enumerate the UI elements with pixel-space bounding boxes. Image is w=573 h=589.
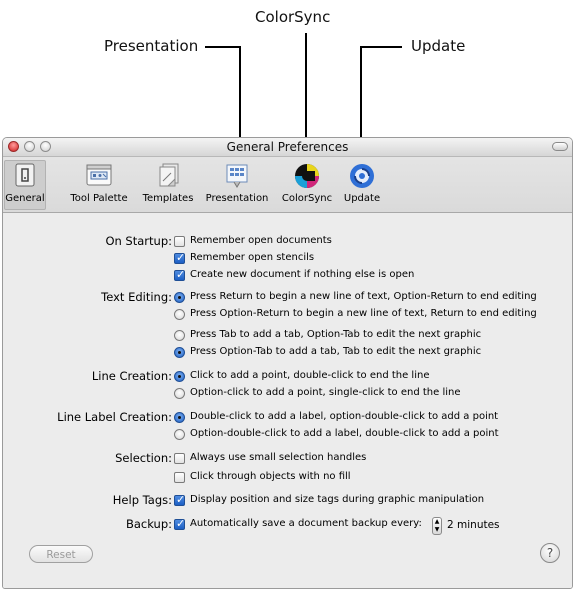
text-editing-label: Text Editing:: [101, 290, 172, 304]
tab-label: Templates: [142, 193, 194, 204]
checkbox-box[interactable]: [174, 453, 185, 464]
callout-update: Update: [411, 37, 466, 55]
backup-interval-value: 2 minutes: [447, 519, 500, 531]
tab-presentation[interactable]: Presentation: [202, 161, 272, 209]
tab-templates[interactable]: Templates: [138, 161, 198, 209]
general-icon: [10, 161, 40, 191]
toolbar-toggle-button[interactable]: [552, 142, 568, 151]
on-startup-label: On Startup:: [105, 234, 172, 248]
radio-button[interactable]: [174, 292, 185, 303]
templates-icon: [153, 161, 183, 191]
title-bar[interactable]: General Preferences: [3, 138, 572, 157]
option-text: Create new document if nothing else is o…: [190, 269, 415, 280]
tab-label: ColorSync: [281, 193, 333, 204]
help-button[interactable]: ?: [540, 543, 560, 563]
option-text: Display position and size tags during gr…: [190, 494, 485, 505]
option-text: Press Tab to add a tab, Option-Tab to ed…: [190, 329, 482, 340]
option-text: Press Return to begin a new line of text…: [190, 291, 537, 302]
option-text: Click through objects with no fill: [190, 471, 351, 482]
checkbox-box[interactable]: [174, 472, 185, 483]
callout-line-presentation-h: [205, 46, 241, 48]
option-text: Press Option-Tab to add a tab, Tab to ed…: [190, 346, 482, 357]
option-text: Option-click to add a point, single-clic…: [190, 387, 461, 398]
tab-label: Tool Palette: [70, 193, 128, 204]
update-icon: [347, 161, 377, 191]
checkbox-box[interactable]: [174, 493, 185, 506]
preferences-window: General Preferences General Tool Palette…: [2, 137, 573, 589]
checkbox-box[interactable]: [174, 517, 185, 530]
radio-button[interactable]: [174, 429, 185, 440]
option-text: Always use small selection handles: [190, 452, 367, 463]
help-tags-label: Help Tags:: [112, 493, 172, 507]
tab-update[interactable]: Update: [339, 161, 385, 209]
radio-button[interactable]: [174, 388, 185, 399]
checkbox-box[interactable]: [174, 236, 185, 247]
tab-tool-palette[interactable]: Tool Palette: [66, 161, 132, 209]
colorsync-icon: [292, 161, 322, 191]
callout-colorsync: ColorSync: [255, 8, 331, 26]
checkbox-box[interactable]: [174, 251, 185, 264]
callout-line-update-h: [360, 46, 402, 48]
radio-button[interactable]: [174, 309, 185, 320]
option-text: Click to add a point, double-click to en…: [190, 370, 430, 381]
preferences-content: On Startup: Remember open documents Reme…: [3, 213, 572, 588]
radio-button[interactable]: [174, 330, 185, 341]
radio-button[interactable]: [174, 412, 185, 423]
tool-palette-icon: [84, 161, 114, 191]
tab-label: Update: [343, 193, 381, 204]
selection-label: Selection:: [115, 451, 172, 465]
callout-line-colorsync: [305, 33, 307, 151]
line-creation-label: Line Creation:: [91, 369, 172, 383]
tab-general[interactable]: General: [4, 160, 46, 210]
radio-button[interactable]: [174, 371, 185, 382]
backup-interval-stepper[interactable]: ▲ ▼: [432, 517, 442, 535]
option-text: Option-double-click to add a label, doub…: [190, 428, 499, 439]
tab-label: General: [5, 193, 45, 204]
backup-label: Backup:: [125, 517, 172, 531]
radio-button[interactable]: [174, 347, 185, 358]
callout-presentation: Presentation: [104, 37, 199, 55]
option-text: Double-click to add a label, option-doub…: [190, 411, 499, 422]
option-text: Automatically save a document backup eve…: [190, 518, 422, 529]
line-label-creation-label: Line Label Creation:: [57, 410, 172, 424]
toolbar: General Tool Palette Templates Presentat…: [3, 157, 572, 213]
tab-colorsync[interactable]: ColorSync: [278, 161, 336, 209]
window-title: General Preferences: [226, 140, 349, 154]
option-text: Press Option-Return to begin a new line …: [190, 308, 537, 319]
option-text: Remember open documents: [190, 235, 332, 246]
reset-button[interactable]: Reset: [29, 545, 93, 563]
checkbox-box[interactable]: [174, 268, 185, 281]
option-text: Remember open stencils: [190, 252, 315, 263]
presentation-icon: [222, 161, 252, 191]
tab-label: Presentation: [205, 193, 269, 204]
